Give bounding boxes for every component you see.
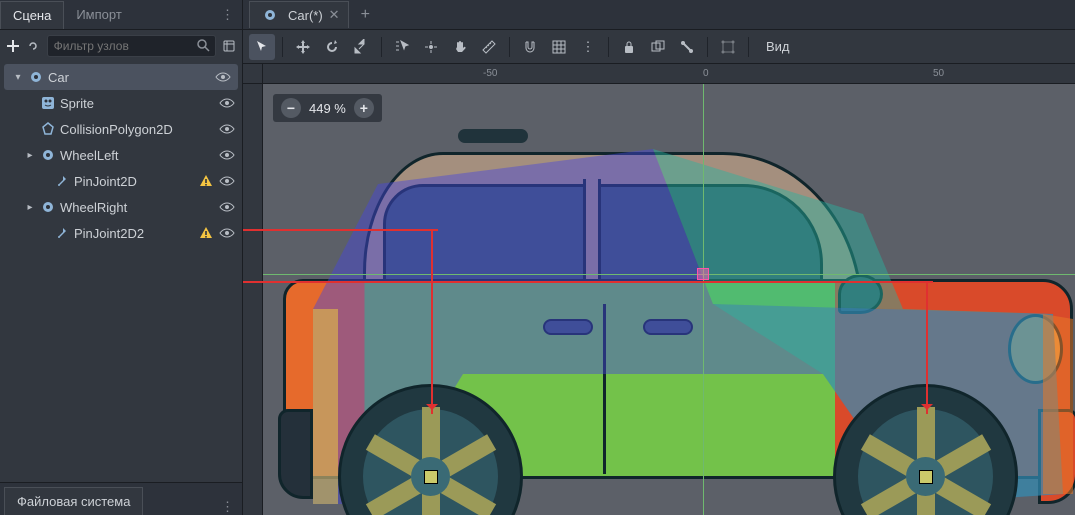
chevron-right-icon[interactable]: ▸ — [24, 202, 36, 213]
car-headlight — [1008, 314, 1063, 384]
node-label: PinJoint2D — [74, 174, 198, 189]
car-antenna — [458, 129, 528, 143]
dock-options-icon[interactable]: ⋮ — [213, 7, 242, 23]
ruler-vertical[interactable] — [243, 84, 263, 515]
bottom-dock-tabs: Файловая система ⋮ — [0, 482, 242, 515]
rigidbody2d-icon — [262, 7, 278, 23]
group-button[interactable] — [645, 34, 671, 60]
instance-link-button[interactable] — [26, 35, 40, 57]
select-tool-button[interactable] — [249, 34, 275, 60]
filter-nodes-input[interactable] — [47, 35, 216, 57]
visibility-toggle-icon[interactable] — [218, 172, 236, 190]
ruler-horizontal[interactable]: -50 0 50 — [263, 64, 1075, 84]
scene-extra-button[interactable] — [222, 35, 236, 57]
scale-tool-button[interactable] — [348, 34, 374, 60]
car-door-line — [603, 304, 606, 474]
view-menu-button[interactable]: Вид — [756, 34, 800, 60]
scene-tab-label: Car(*) — [288, 8, 323, 23]
annotation-line — [243, 229, 438, 231]
node-label: Car — [48, 70, 214, 85]
zoom-out-button[interactable]: − — [281, 98, 301, 118]
grid-snap-button[interactable] — [546, 34, 572, 60]
node-label: WheelRight — [60, 200, 218, 215]
tree-node-collisionpoly[interactable]: CollisionPolygon2D — [0, 116, 242, 142]
warning-icon[interactable] — [198, 225, 214, 241]
open-scene-tabs: Car(*) ✕ + — [243, 0, 1075, 30]
ruler-tick: -50 — [483, 68, 497, 79]
list-select-button[interactable] — [389, 34, 415, 60]
car-door-handle — [543, 319, 593, 335]
chevron-down-icon[interactable]: ▾ — [12, 72, 24, 83]
pinjoint-icon — [54, 225, 70, 241]
dock-tab-import[interactable]: Импорт — [64, 1, 133, 28]
warning-icon[interactable] — [198, 173, 214, 189]
ruler-tool-button[interactable] — [476, 34, 502, 60]
car-bumper-front — [1038, 409, 1075, 504]
tree-node-car[interactable]: ▾ Car — [4, 64, 238, 90]
zoom-in-button[interactable]: + — [354, 98, 374, 118]
dock-tab-scene[interactable]: Сцена — [0, 1, 64, 29]
car-door-handle — [643, 319, 693, 335]
collisionpolygon-icon — [40, 121, 56, 137]
annotation-line — [243, 281, 933, 283]
origin-gizmo-icon[interactable] — [697, 268, 709, 280]
ruler-corner — [243, 64, 263, 84]
zoom-percent-label[interactable]: 449 % — [309, 101, 346, 116]
viewport-toolbar: ⋮ Вид — [243, 30, 1075, 64]
scene-tab-car[interactable]: Car(*) ✕ — [249, 1, 349, 28]
filesystem-tab[interactable]: Файловая система — [4, 487, 143, 515]
visibility-toggle-icon[interactable] — [218, 198, 236, 216]
pivot-tool-button[interactable] — [418, 34, 444, 60]
visibility-toggle-icon[interactable] — [218, 224, 236, 242]
visibility-toggle-icon[interactable] — [214, 68, 232, 86]
visibility-toggle-icon[interactable] — [218, 94, 236, 112]
snap-toggle-button[interactable] — [517, 34, 543, 60]
tree-node-wheelright[interactable]: ▸ WheelRight — [0, 194, 242, 220]
visibility-toggle-icon[interactable] — [218, 120, 236, 138]
add-node-button[interactable] — [6, 35, 20, 57]
node-label: WheelLeft — [60, 148, 218, 163]
pinjoint-gizmo-icon[interactable] — [919, 470, 933, 484]
move-tool-button[interactable] — [290, 34, 316, 60]
rigidbody2d-icon — [40, 147, 56, 163]
add-scene-button[interactable]: + — [353, 6, 378, 24]
node-label: Sprite — [60, 96, 218, 111]
skeleton-button[interactable] — [674, 34, 700, 60]
node-label: PinJoint2D2 — [74, 226, 198, 241]
viewport-2d[interactable]: -50 0 50 — [243, 64, 1075, 515]
axis-y-line — [703, 84, 704, 515]
scene-toolbar — [0, 30, 242, 62]
pinjoint-icon — [54, 173, 70, 189]
annotation-arrow — [926, 281, 928, 414]
node-label: CollisionPolygon2D — [60, 122, 218, 137]
rigidbody2d-icon — [40, 199, 56, 215]
ruler-tick: 0 — [703, 68, 709, 79]
tree-node-sprite[interactable]: Sprite — [0, 90, 242, 116]
pinjoint-gizmo-icon[interactable] — [424, 470, 438, 484]
anchor-button[interactable] — [715, 34, 741, 60]
chevron-right-icon[interactable]: ▸ — [24, 150, 36, 161]
pan-tool-button[interactable] — [447, 34, 473, 60]
ruler-tick: 50 — [933, 68, 944, 79]
visibility-toggle-icon[interactable] — [218, 146, 236, 164]
rotate-tool-button[interactable] — [319, 34, 345, 60]
annotation-arrow — [431, 229, 433, 414]
car-sprite[interactable] — [283, 124, 1073, 515]
scene-tree: ▾ Car Sprite CollisionPolygon2D ▸ — [0, 62, 242, 482]
tree-node-wheelleft[interactable]: ▸ WheelLeft — [0, 142, 242, 168]
zoom-hud: − 449 % + — [273, 94, 382, 122]
tree-node-pinjoint1[interactable]: PinJoint2D — [0, 168, 242, 194]
canvas-area[interactable]: − 449 % + — [263, 84, 1075, 515]
car-mirror — [838, 274, 883, 314]
tree-node-pinjoint2[interactable]: PinJoint2D2 — [0, 220, 242, 246]
close-icon[interactable]: ✕ — [329, 7, 340, 23]
rigidbody2d-icon — [28, 69, 44, 85]
sprite-icon — [40, 95, 56, 111]
dock-options-icon[interactable]: ⋮ — [213, 499, 242, 515]
lock-button[interactable] — [616, 34, 642, 60]
snap-options-button[interactable]: ⋮ — [575, 34, 601, 60]
dock-tabs: Сцена Импорт ⋮ — [0, 0, 242, 30]
axis-x-line — [263, 274, 1075, 275]
car-bumper-rear — [278, 409, 313, 499]
